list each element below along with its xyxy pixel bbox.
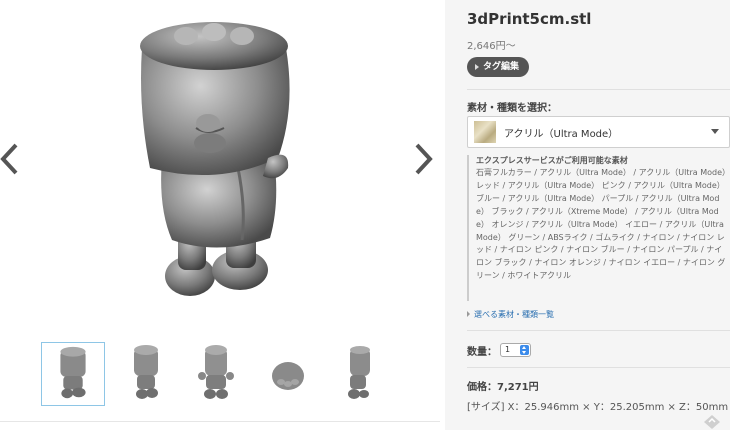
divider [467, 367, 730, 368]
material-list-link[interactable]: 選べる素材・種類一覧 [467, 309, 554, 320]
caret-down-icon [711, 129, 719, 134]
product-title: 3dPrint5cm.stl [467, 10, 592, 28]
size-info: [サイズ] X：25.946mm × Y：25.205mm × Z：50mm [467, 402, 729, 413]
thumbnail-front-arms[interactable] [184, 342, 248, 406]
quantity-label: 数量： [467, 347, 497, 358]
thumbnail-strip [0, 340, 440, 408]
thumbnail-side[interactable] [326, 342, 390, 406]
triangle-icon [467, 311, 470, 317]
model-viewer[interactable] [0, 0, 440, 430]
express-materials-list: 石膏フルカラー / アクリル（Ultra Mode） / アクリル（Ultra … [476, 168, 730, 281]
price-from: 2,646円〜 [467, 41, 516, 52]
divider [467, 330, 730, 331]
price: 価格：7,271円 [467, 382, 539, 393]
tag-edit-label: タグ編集 [483, 62, 520, 72]
material-selected-label: アクリル（Ultra Mode） [504, 129, 619, 140]
stepper-icon[interactable] [520, 345, 529, 355]
material-section-label: 素材・種類を選択： [467, 103, 557, 114]
quantity-select[interactable]: 1 [500, 343, 531, 357]
thumbnail-front[interactable] [41, 342, 105, 406]
thumbnail-top[interactable] [256, 342, 320, 406]
diamond-icon[interactable] [703, 414, 721, 430]
express-title: エクスプレスサービスがご利用可能な素材 [476, 156, 628, 165]
chevron-right-icon[interactable] [413, 142, 433, 176]
material-select[interactable]: アクリル（Ultra Mode） [467, 116, 730, 148]
chevron-left-icon[interactable] [0, 142, 20, 176]
material-list-link-label: 選べる素材・種類一覧 [474, 310, 554, 319]
divider [467, 89, 730, 90]
express-materials: エクスプレスサービスがご利用可能な素材 石膏フルカラー / アクリル（Ultra… [467, 155, 730, 301]
model-preview-image[interactable] [128, 8, 318, 308]
tag-edit-button[interactable]: タグ編集 [467, 57, 530, 77]
thumbnail-three-quarter[interactable] [114, 342, 178, 406]
divider [0, 421, 440, 422]
triangle-icon [475, 64, 479, 70]
material-swatch [474, 121, 496, 143]
product-panel: 3dPrint5cm.stl 2,646円〜 タグ編集 素材・種類を選択： アク… [445, 0, 730, 430]
quantity-value: 1 [505, 345, 511, 354]
